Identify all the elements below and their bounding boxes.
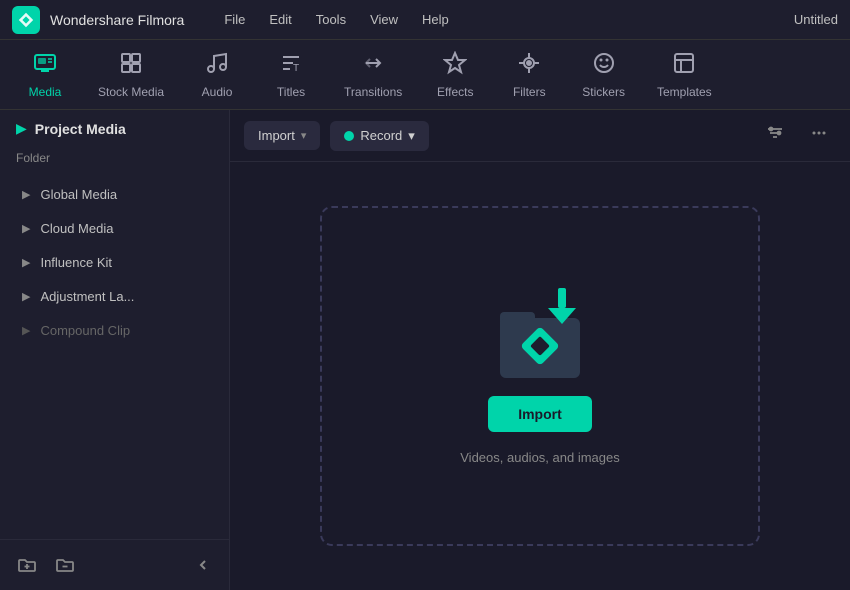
title-bar: Wondershare Filmora File Edit Tools View… xyxy=(0,0,850,40)
arrow-icon: ▶ xyxy=(22,256,30,269)
sidebar-item-compound-clip[interactable]: ▶ Compound Clip xyxy=(6,314,223,347)
import-dropdown-arrow: ▾ xyxy=(301,129,307,142)
tab-effects-label: Effects xyxy=(437,85,473,99)
tab-stickers[interactable]: Stickers xyxy=(568,43,639,107)
tab-effects[interactable]: Effects xyxy=(420,43,490,107)
sidebar-item-compound-clip-label: Compound Clip xyxy=(40,323,130,338)
menu-view[interactable]: View xyxy=(360,8,408,31)
arrow-icon: ▶ xyxy=(22,222,30,235)
main-content: ▶ Project Media Folder ▶ Global Media ▶ … xyxy=(0,110,850,590)
tab-templates-label: Templates xyxy=(657,85,712,99)
tab-audio-label: Audio xyxy=(202,85,233,99)
titles-icon: T xyxy=(279,51,303,81)
sidebar-section-label: Folder xyxy=(0,147,229,173)
filter-settings-button[interactable] xyxy=(758,120,792,151)
window-title: Untitled xyxy=(794,12,838,27)
transitions-icon xyxy=(361,51,385,81)
download-arrow-icon xyxy=(548,288,576,329)
menu-file[interactable]: File xyxy=(214,8,255,31)
tab-bar: Media Stock Media Audio T xyxy=(0,40,850,110)
tab-filters[interactable]: Filters xyxy=(494,43,564,107)
record-label: Record xyxy=(360,128,402,143)
sidebar-item-cloud-media[interactable]: ▶ Cloud Media xyxy=(6,212,223,245)
filmora-diamond-inner xyxy=(530,336,550,356)
tab-titles-label: Titles xyxy=(277,85,305,99)
tab-filters-label: Filters xyxy=(513,85,546,99)
tab-transitions[interactable]: Transitions xyxy=(330,43,416,107)
effects-icon xyxy=(443,51,467,81)
record-dot-icon xyxy=(344,131,354,141)
sidebar-item-adjustment-layer[interactable]: ▶ Adjustment La... xyxy=(6,280,223,313)
filters-icon xyxy=(517,51,541,81)
content-toolbar: Import ▾ Record ▾ xyxy=(230,110,850,162)
media-icon xyxy=(33,51,57,81)
sidebar-item-adjustment-label: Adjustment La... xyxy=(40,289,134,304)
import-zone: Import Videos, audios, and images xyxy=(230,162,850,590)
sidebar-collapse-button[interactable] xyxy=(189,551,217,579)
tab-stock-media[interactable]: Stock Media xyxy=(84,43,178,107)
tab-stickers-label: Stickers xyxy=(582,85,625,99)
sidebar-header-icon: ▶ xyxy=(16,120,27,137)
import-drop-box[interactable]: Import Videos, audios, and images xyxy=(320,206,760,546)
import-hint-text: Videos, audios, and images xyxy=(460,450,619,465)
sidebar-list: ▶ Global Media ▶ Cloud Media ▶ Influence… xyxy=(0,173,229,539)
arrow-icon: ▶ xyxy=(22,188,30,201)
sidebar-item-influence-kit[interactable]: ▶ Influence Kit xyxy=(6,246,223,279)
add-folder-button[interactable] xyxy=(12,550,42,580)
arrow-icon: ▶ xyxy=(22,290,30,303)
app-name: Wondershare Filmora xyxy=(50,12,184,28)
filmora-diamond-icon xyxy=(520,326,560,366)
arrow-icon: ▶ xyxy=(22,324,30,337)
import-center-button[interactable]: Import xyxy=(488,396,592,432)
svg-text:T: T xyxy=(293,63,299,74)
menu-bar: File Edit Tools View Help xyxy=(214,8,794,31)
delete-folder-button[interactable] xyxy=(50,550,80,580)
content-area: Import ▾ Record ▾ xyxy=(230,110,850,590)
more-options-button[interactable] xyxy=(802,120,836,151)
audio-icon xyxy=(205,51,229,81)
templates-icon xyxy=(672,51,696,81)
record-button[interactable]: Record ▾ xyxy=(330,121,428,151)
tab-stock-label: Stock Media xyxy=(98,85,164,99)
import-label: Import xyxy=(258,128,295,143)
menu-edit[interactable]: Edit xyxy=(259,8,301,31)
sidebar-footer xyxy=(0,539,229,590)
tab-templates[interactable]: Templates xyxy=(643,43,726,107)
folder-logo xyxy=(526,332,554,360)
sidebar: ▶ Project Media Folder ▶ Global Media ▶ … xyxy=(0,110,230,590)
stickers-icon xyxy=(592,51,616,81)
sidebar-header: ▶ Project Media xyxy=(0,110,229,147)
sidebar-item-global-media-label: Global Media xyxy=(40,187,117,202)
tab-titles[interactable]: T Titles xyxy=(256,43,326,107)
sidebar-item-global-media[interactable]: ▶ Global Media xyxy=(6,178,223,211)
sidebar-item-cloud-media-label: Cloud Media xyxy=(40,221,113,236)
tab-audio[interactable]: Audio xyxy=(182,43,252,107)
record-dropdown-arrow: ▾ xyxy=(408,128,415,144)
menu-tools[interactable]: Tools xyxy=(306,8,356,31)
stock-media-icon xyxy=(119,51,143,81)
tab-transitions-label: Transitions xyxy=(344,85,402,99)
tab-media[interactable]: Media xyxy=(10,43,80,107)
tab-media-label: Media xyxy=(29,85,62,99)
app-logo xyxy=(12,6,40,34)
import-illustration xyxy=(490,288,590,378)
sidebar-header-title: Project Media xyxy=(35,121,126,137)
import-button[interactable]: Import ▾ xyxy=(244,121,320,150)
sidebar-item-influence-kit-label: Influence Kit xyxy=(40,255,112,270)
menu-help[interactable]: Help xyxy=(412,8,459,31)
